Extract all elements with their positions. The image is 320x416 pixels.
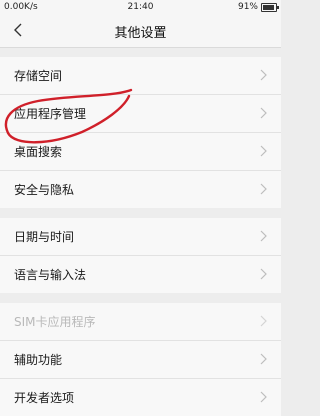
status-right: 91%: [237, 2, 279, 12]
chevron-right-icon: [260, 183, 267, 195]
chevron-right-icon: [260, 69, 267, 81]
chevron-right-icon: [260, 268, 267, 280]
settings-group-datetime: 日期与时间 语言与输入法: [0, 218, 281, 293]
settings-row-developer-options[interactable]: 开发者选项: [0, 379, 281, 416]
chevron-right-icon: [260, 353, 267, 365]
chevron-right-icon: [260, 145, 267, 157]
row-label: SIM卡应用程序: [14, 315, 96, 329]
row-label: 安全与隐私: [14, 183, 75, 197]
battery-icon: [261, 2, 279, 12]
settings-row-security-privacy[interactable]: 安全与隐私: [0, 171, 281, 208]
nav-bar: 其他设置: [0, 14, 281, 48]
page-title: 其他设置: [114, 26, 167, 41]
settings-group-storage: 存储空间 应用程序管理 桌面搜索 安全与隐私: [0, 57, 281, 208]
status-bar: 0.00K/s 21:40 91%: [0, 0, 281, 14]
row-label: 语言与输入法: [14, 268, 87, 282]
battery-percent: 91%: [237, 2, 258, 12]
settings-row-sim-apps[interactable]: SIM卡应用程序: [0, 303, 281, 341]
row-label: 日期与时间: [14, 230, 75, 244]
row-label: 桌面搜索: [14, 145, 63, 159]
row-label: 存储空间: [14, 69, 63, 83]
row-label: 开发者选项: [14, 391, 75, 405]
settings-row-storage[interactable]: 存储空间: [0, 57, 281, 95]
settings-row-date-time[interactable]: 日期与时间: [0, 218, 281, 256]
chevron-right-icon: [260, 315, 267, 327]
chevron-right-icon: [260, 230, 267, 242]
settings-row-accessibility[interactable]: 辅助功能: [0, 341, 281, 379]
settings-row-app-management[interactable]: 应用程序管理: [0, 95, 281, 133]
row-label: 辅助功能: [14, 353, 63, 367]
settings-row-language-input[interactable]: 语言与输入法: [0, 256, 281, 293]
settings-row-desktop-search[interactable]: 桌面搜索: [0, 133, 281, 171]
chevron-right-icon: [260, 391, 267, 403]
row-label: 应用程序管理: [14, 107, 87, 121]
settings-group-system: SIM卡应用程序 辅助功能 开发者选项: [0, 303, 281, 416]
chevron-right-icon: [260, 107, 267, 119]
